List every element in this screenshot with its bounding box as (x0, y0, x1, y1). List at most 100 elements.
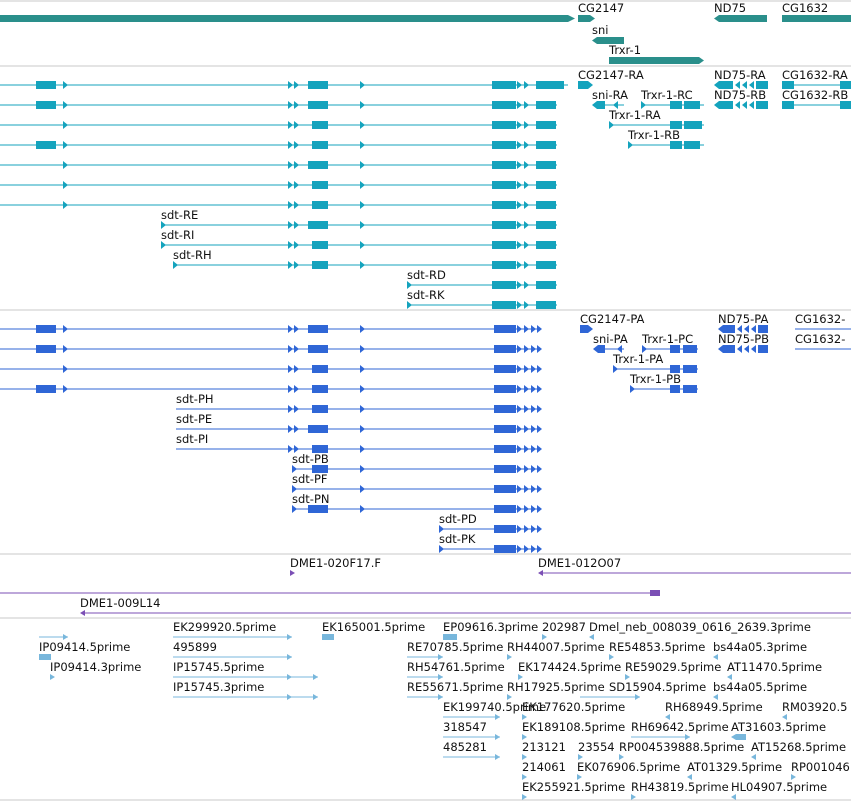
transcript-sdt-row7[interactable] (0, 201, 557, 209)
est-re54853[interactable]: RE54853.5prime (609, 640, 705, 660)
est-bs44a05-5[interactable]: bs44a05.5prime (713, 680, 807, 700)
est-label: RM03920.5 (782, 700, 847, 714)
transcript-cg1632-rb[interactable]: CG1632-RB (782, 88, 851, 109)
protein-sdt-pe[interactable]: sdt-PE (176, 412, 542, 433)
protein-sdt-pf[interactable]: sdt-PF (292, 472, 542, 493)
transcript-trxr1-rb[interactable]: Trxr-1-RB (627, 128, 704, 149)
est-at31603[interactable]: AT31603.5prime (731, 720, 826, 740)
est-ek076906[interactable]: EK076906.5prime (577, 760, 680, 780)
gene-feature-cg1632[interactable]: CG1632 (782, 1, 851, 22)
protein-sdt-pi[interactable]: sdt-PI (176, 432, 542, 453)
est-re59029[interactable]: RE59029.5prime (625, 660, 721, 680)
est-rh44007[interactable]: RH44007.5prime (507, 640, 605, 660)
transcript-sdt-row3[interactable] (0, 121, 557, 129)
transcript-trxr1-ra[interactable]: Trxr-1-RA (608, 108, 704, 129)
est-ek177620[interactable]: EK177620.5prime (522, 700, 625, 720)
protein-trxr1-pc[interactable]: Trxr-1-PC (641, 332, 698, 353)
protein-sni-pa[interactable]: sni-PA (593, 332, 628, 353)
transcript-sdt-row6[interactable] (0, 181, 557, 189)
gene-feature-trxr1[interactable]: Trxr-1 (608, 43, 704, 64)
transcript-sdt-row2[interactable] (0, 101, 557, 109)
est-ek174424[interactable]: EK174424.5prime (518, 660, 621, 680)
est-at01329[interactable]: AT01329.5prime (687, 760, 782, 780)
est-label: EK076906.5prime (577, 760, 680, 774)
est-ip09414-3[interactable]: IP09414.3prime (50, 660, 141, 680)
est-ip15745-3[interactable]: IP15745.3prime (173, 680, 318, 700)
est-hl04907[interactable]: HL04907.5prime (731, 780, 827, 800)
match-dme1-020f17[interactable]: DME1-020F17.F (290, 556, 381, 576)
est-ek299920[interactable]: EK299920.5prime (173, 620, 292, 640)
transcript-label-cg1632-rb: CG1632-RB (782, 88, 848, 102)
transcript-label-trxr1-rb: Trxr-1-RB (627, 128, 680, 142)
gene-feature-nd75[interactable]: ND75 (714, 1, 767, 22)
transcript-sdt-row4[interactable] (0, 141, 557, 149)
est-re55671[interactable]: RE55671.5prime (407, 680, 503, 700)
transcript-sdt-ri[interactable]: sdt-RI (161, 228, 557, 249)
transcript-sdt-rd[interactable]: sdt-RD (407, 268, 557, 289)
gene-feature-cg2147[interactable]: CG2147 (578, 1, 624, 22)
est-318547[interactable]: 318547 (443, 720, 500, 740)
protein-cg2147-pa[interactable]: CG2147-PA (580, 312, 645, 333)
est-rm03920[interactable]: RM03920.5 (782, 700, 847, 720)
match-dme1-009l14[interactable]: DME1-009L14 (80, 596, 851, 616)
protein-sdt-pn[interactable]: sdt-PN (292, 492, 542, 513)
protein-label-cg1632-pa: CG1632- (795, 312, 845, 326)
est-ip09414-5[interactable]: IP09414.5prime (39, 634, 130, 660)
protein-sdt-pb[interactable]: sdt-PB (292, 452, 542, 473)
protein-sdt-row3[interactable] (0, 365, 542, 373)
match-dme1-012o07[interactable]: DME1-012O07 (538, 556, 851, 576)
est-label: RE59029.5prime (625, 660, 721, 674)
est-ek189108[interactable]: EK189108.5prime (522, 720, 625, 740)
transcript-sni-ra[interactable]: sni-RA (592, 88, 628, 109)
est-ip15745-5[interactable]: IP15745.5prime (173, 660, 318, 680)
est-at15268[interactable]: AT15268.5prime (751, 740, 846, 760)
est-re70785[interactable]: RE70785.5prime (407, 640, 503, 660)
est-label: RH68949.5prime (665, 700, 763, 714)
protein-sdt-row4[interactable] (0, 385, 542, 393)
protein-sdt-pd[interactable]: sdt-PD (439, 512, 542, 533)
transcript-nd75-ra[interactable]: ND75-RA (714, 68, 768, 89)
est-dmel-neb[interactable]: Dmel_neb_008039_0616_2639.3prime (589, 620, 811, 640)
est-ek165001[interactable]: EK165001.5prime (322, 620, 425, 640)
protein-trxr1-pb[interactable]: Trxr-1-PB (629, 372, 698, 393)
est-at11470[interactable]: AT11470.5prime (727, 660, 822, 680)
est-rp001046[interactable]: RP001046 (791, 760, 850, 780)
transcript-cg1632-ra[interactable]: CG1632-RA (782, 68, 851, 89)
transcript-nd75-rb[interactable]: ND75-RB (714, 88, 768, 109)
protein-sdt-ph[interactable]: sdt-PH (176, 392, 542, 413)
protein-trxr1-pa[interactable]: Trxr-1-PA (612, 352, 698, 373)
transcript-label-nd75-ra: ND75-RA (714, 68, 766, 82)
est-rh68949[interactable]: RH68949.5prime (665, 700, 763, 720)
est-rh69642[interactable]: RH69642.5prime (631, 720, 729, 740)
transcript-trxr1-rc[interactable]: Trxr-1-RC (640, 88, 704, 109)
protein-nd75-pb[interactable]: ND75-PB (718, 332, 769, 353)
protein-cg1632-pb[interactable]: CG1632- (795, 332, 851, 350)
transcript-sdt-row1[interactable] (0, 81, 568, 89)
est-23554[interactable]: 23554 (578, 740, 615, 760)
est-bs44a05-3[interactable]: bs44a05.3prime (713, 640, 807, 660)
est-rp004539888[interactable]: RP004539888.5prime (619, 740, 744, 760)
est-rh43819[interactable]: RH43819.5prime (631, 780, 729, 800)
est-202987[interactable]: 202987 (542, 620, 586, 640)
est-213121[interactable]: 213121 (522, 740, 566, 760)
gene-feature-sni[interactable]: sni (592, 23, 624, 44)
protein-sdt-pk[interactable]: sdt-PK (439, 532, 542, 553)
transcript-sdt-re[interactable]: sdt-RE (161, 208, 557, 229)
transcript-cg2147-ra[interactable]: CG2147-RA (578, 68, 644, 89)
transcript-label-sdt-rk: sdt-RK (407, 288, 445, 302)
gene-feature-sdt[interactable] (0, 15, 575, 22)
protein-nd75-pa[interactable]: ND75-PA (718, 312, 768, 333)
est-495899[interactable]: 495899 (173, 640, 292, 660)
protein-sdt-row2[interactable] (0, 345, 542, 353)
est-485281[interactable]: 485281 (443, 740, 500, 760)
protein-sdt-row1[interactable] (0, 325, 542, 333)
protein-cg1632-pa[interactable]: CG1632- (795, 312, 851, 330)
est-rh54761[interactable]: RH54761.5prime (407, 660, 505, 680)
transcript-sdt-rh[interactable]: sdt-RH (173, 248, 557, 269)
transcript-sdt-rk[interactable]: sdt-RK (407, 288, 557, 309)
est-label: HL04907.5prime (731, 780, 827, 794)
est-ek255921[interactable]: EK255921.5prime (522, 780, 625, 800)
transcript-sdt-row5[interactable] (0, 161, 557, 169)
est-ep09616[interactable]: EP09616.3prime (443, 620, 538, 640)
est-214061[interactable]: 214061 (522, 760, 566, 780)
